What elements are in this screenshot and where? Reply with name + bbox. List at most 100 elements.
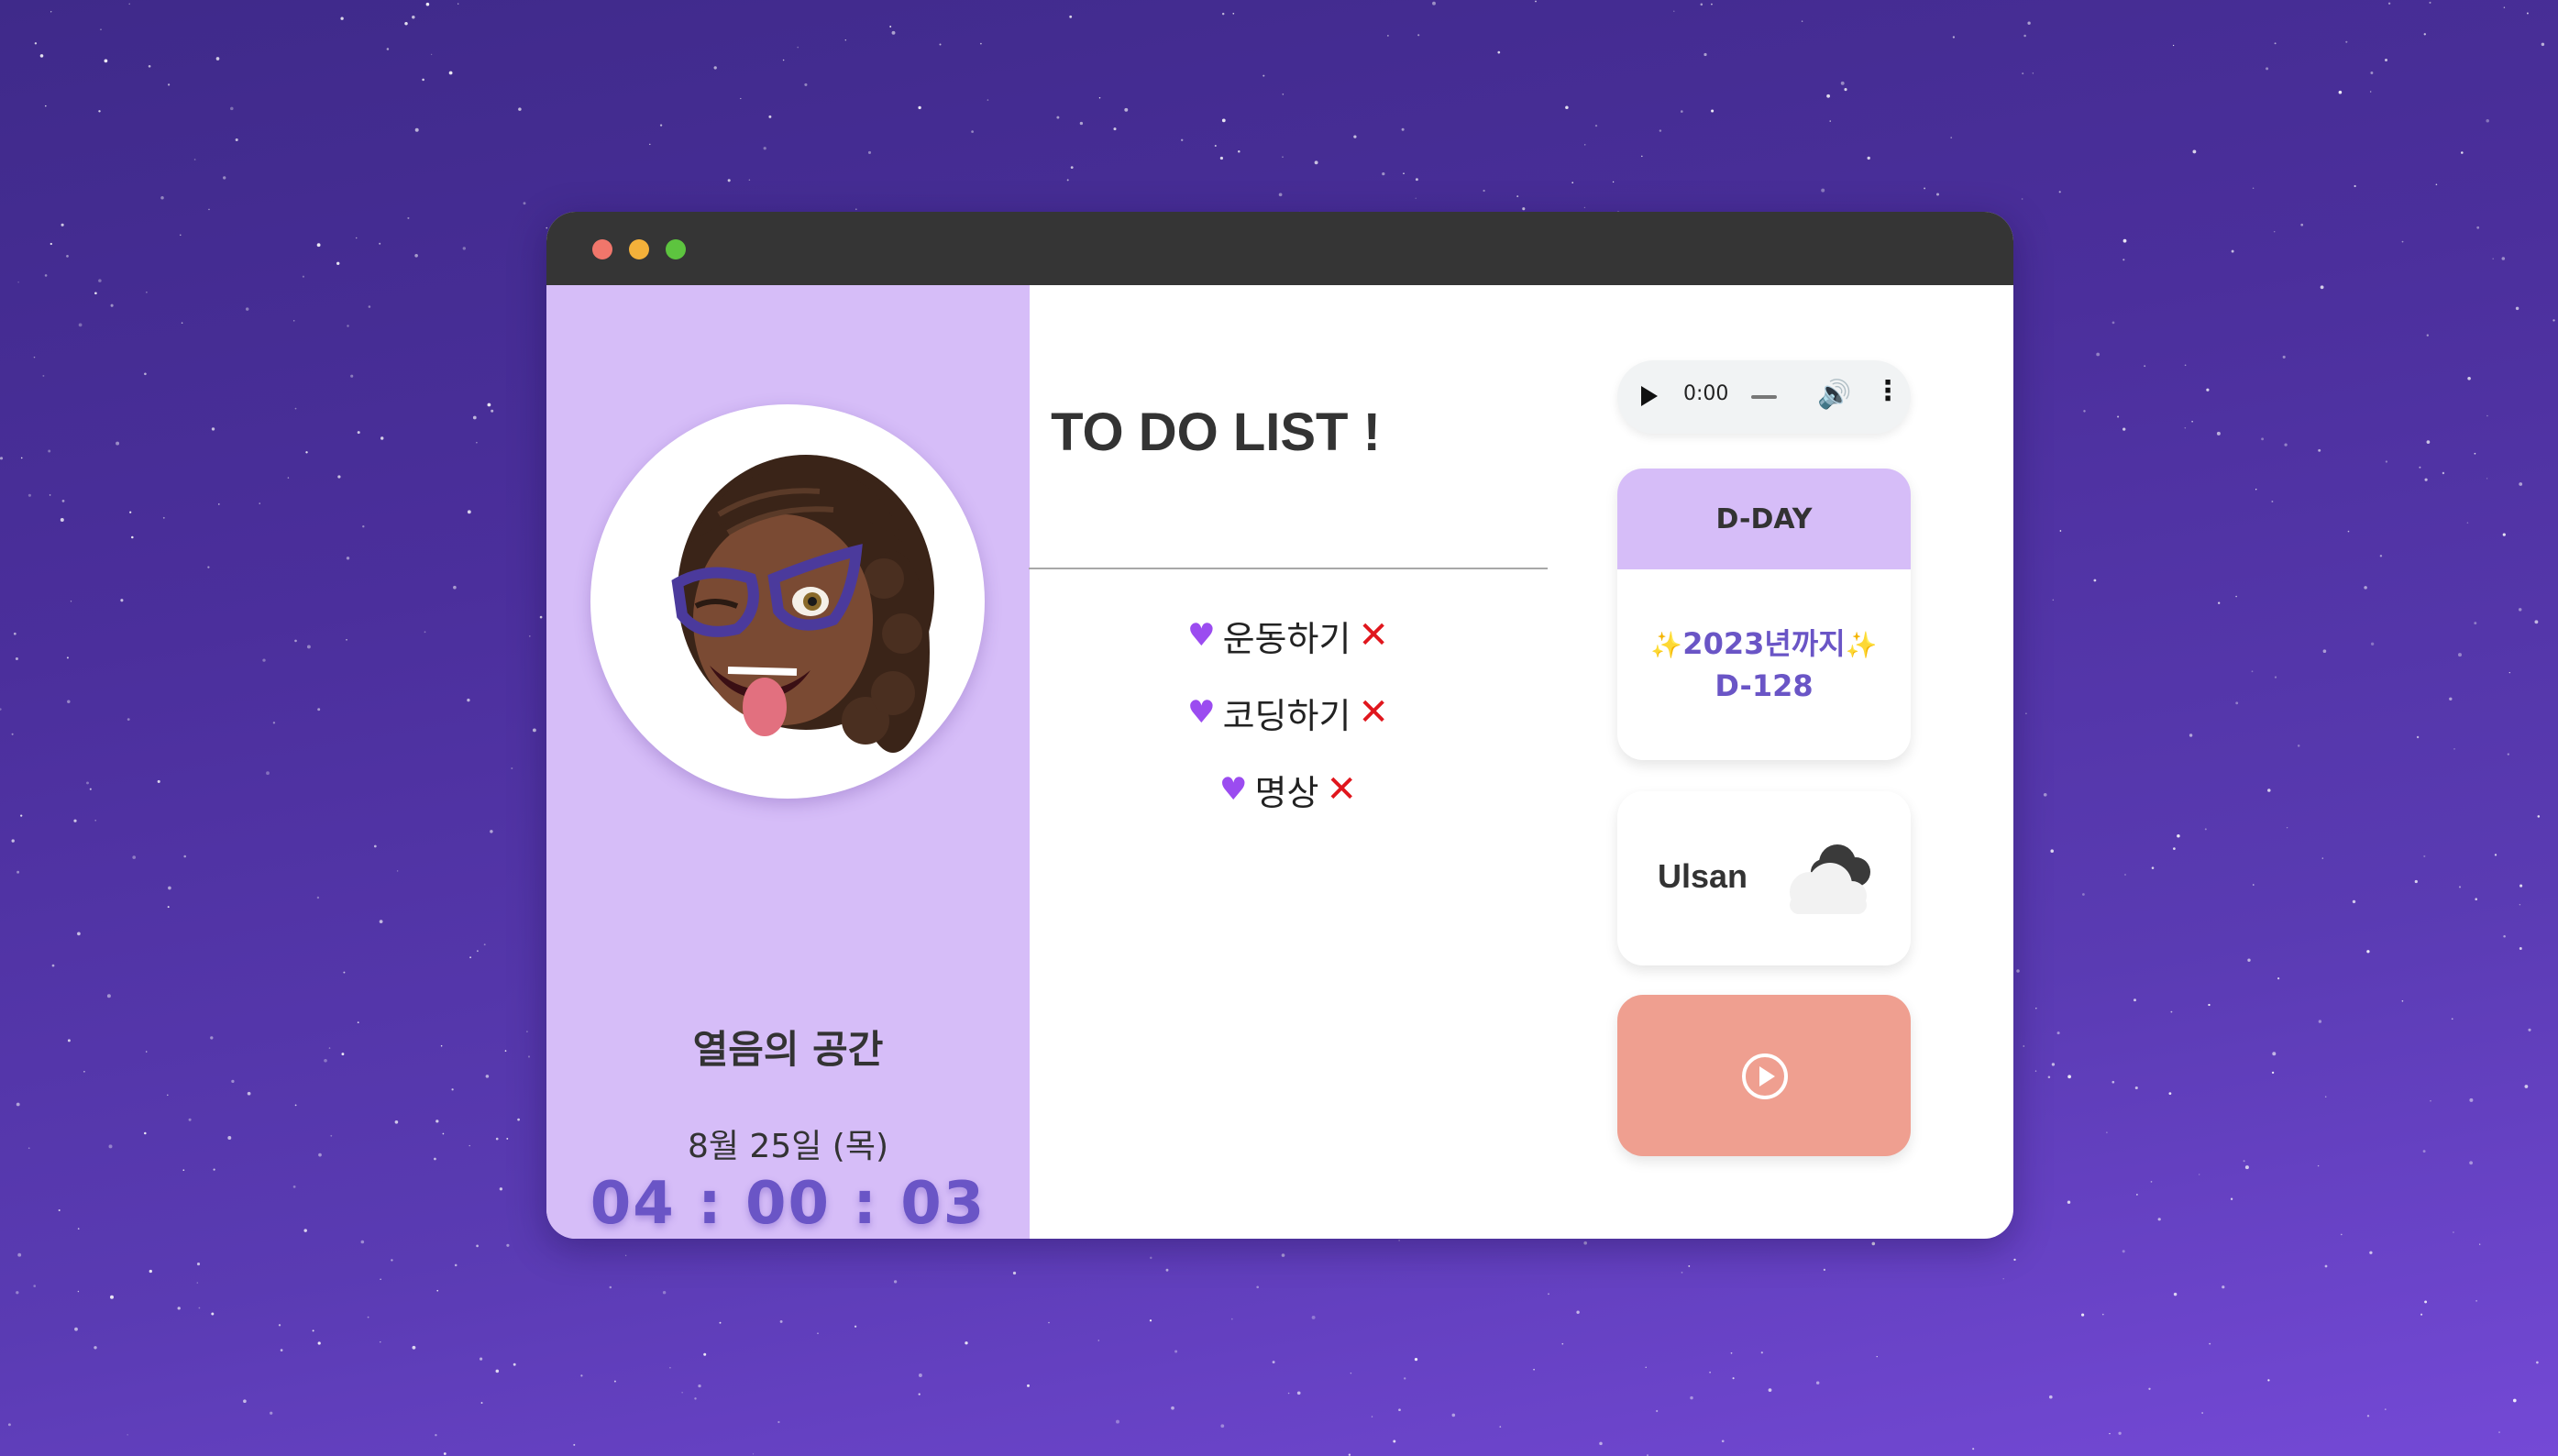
cross-mark-icon[interactable]: ✕ (1326, 768, 1357, 811)
star (346, 639, 347, 641)
star (324, 1059, 327, 1063)
dday-card: D-DAY ✨2023년까지✨ D-128 (1617, 469, 1911, 760)
star (379, 920, 383, 923)
star (2235, 595, 2237, 598)
todo-item[interactable]: ♥ 명상 ✕ (1029, 751, 1548, 828)
purple-heart-icon: ♥ (1187, 694, 1216, 731)
star (1282, 94, 1285, 95)
star (78, 323, 83, 327)
star (1181, 138, 1184, 141)
star (965, 1341, 968, 1345)
star (1398, 1240, 1400, 1241)
star (2013, 1258, 2016, 1262)
star (2231, 249, 2234, 253)
play-icon[interactable] (1641, 386, 1658, 406)
star (2172, 44, 2175, 47)
star (1681, 1272, 1683, 1274)
star (2043, 792, 2047, 797)
star (98, 279, 102, 282)
star (306, 645, 311, 649)
star (2173, 1292, 2178, 1296)
star (1952, 36, 1956, 39)
star (73, 819, 77, 822)
more-options-icon[interactable]: ⋮ (1874, 375, 1902, 407)
star (1272, 1361, 1275, 1364)
star (1516, 195, 1519, 198)
star (2494, 854, 2497, 856)
star (2518, 608, 2522, 612)
star (357, 1021, 359, 1023)
star (467, 510, 471, 514)
star (11, 733, 14, 735)
star (422, 78, 424, 82)
star (1703, 52, 1707, 57)
star (341, 1053, 345, 1056)
star (2067, 1075, 2071, 1079)
star (2286, 826, 2288, 829)
star (2111, 321, 2115, 325)
star (208, 208, 210, 211)
star (2300, 223, 2304, 226)
star (1282, 156, 1284, 158)
star (980, 42, 982, 45)
star (39, 54, 44, 58)
app-window: 열음의 공간 8월 25일 (목) 04 : 00 : 03 TO DO LIS… (546, 212, 2013, 1239)
star (1533, 1368, 1535, 1371)
audio-progress-slider[interactable] (1751, 395, 1777, 399)
star (1398, 1408, 1401, 1412)
purple-heart-icon: ♥ (1219, 771, 1248, 808)
star (2498, 1431, 2500, 1434)
star (2479, 1243, 2481, 1245)
maximize-window-button[interactable] (666, 239, 686, 259)
star (11, 839, 15, 843)
star (278, 1324, 281, 1327)
star (160, 195, 164, 200)
star (1451, 1413, 1456, 1417)
star (0, 457, 4, 460)
star (467, 698, 470, 702)
minimize-window-button[interactable] (629, 239, 649, 259)
star (196, 1282, 199, 1284)
cross-mark-icon[interactable]: ✕ (1358, 691, 1389, 734)
star (386, 48, 390, 50)
star (108, 1144, 113, 1149)
memoji-avatar-icon (671, 455, 934, 753)
star (198, 1307, 201, 1309)
star (414, 127, 419, 132)
star (2027, 21, 2031, 25)
star (1165, 1268, 1169, 1272)
star (243, 1399, 247, 1404)
star (918, 1373, 922, 1377)
star (2318, 1020, 2322, 1023)
star (443, 1452, 447, 1455)
star (1113, 127, 1117, 131)
star (247, 1091, 251, 1096)
star (20, 814, 23, 817)
star (58, 1208, 61, 1212)
close-window-button[interactable] (592, 239, 612, 259)
star (1048, 1321, 1050, 1324)
todo-item[interactable]: ♥ 코딩하기 ✕ (1029, 674, 1548, 751)
star (804, 83, 808, 86)
star (106, 994, 111, 998)
star (412, 1345, 416, 1350)
star (2274, 42, 2277, 45)
music-play-button[interactable] (1617, 995, 1911, 1156)
cross-mark-icon[interactable]: ✕ (1358, 614, 1389, 656)
star (495, 1369, 500, 1373)
todo-item[interactable]: ♥ 운동하기 ✕ (1029, 597, 1548, 674)
star (2324, 1096, 2327, 1098)
star (844, 39, 846, 41)
star (1220, 1424, 1225, 1428)
star (235, 138, 238, 142)
star (110, 303, 114, 307)
star (2430, 1100, 2431, 1102)
star (1576, 1310, 1580, 1314)
star (2420, 1313, 2423, 1316)
star (2387, 2, 2391, 5)
star (266, 771, 270, 776)
star (1499, 1426, 1502, 1428)
star (230, 106, 234, 111)
volume-icon[interactable]: 🔊 (1817, 379, 1851, 411)
star (1219, 156, 1224, 160)
